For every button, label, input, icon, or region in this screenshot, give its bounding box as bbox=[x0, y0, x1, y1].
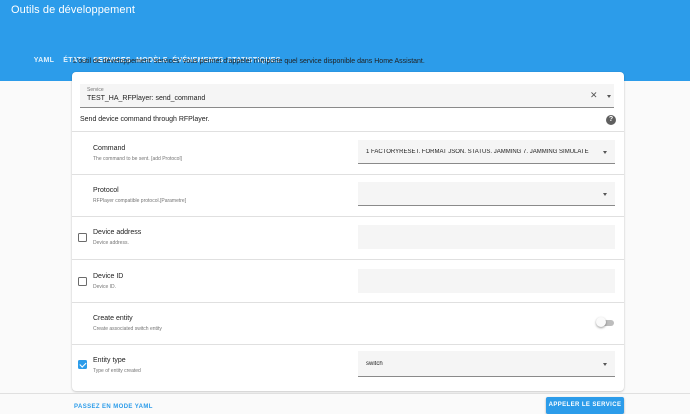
toggle-knob[interactable] bbox=[596, 317, 606, 327]
protocol-select[interactable] bbox=[358, 182, 615, 206]
field-subtitle: Type of entity created bbox=[93, 368, 141, 374]
field-row-protocol: Protocol RFPlayer compatible protocol.[P… bbox=[72, 174, 624, 216]
command-select-value: 1 FACTORYRESET. FORMAT JSON. STATUS. JAM… bbox=[366, 149, 589, 155]
call-service-button[interactable]: APPELER LE SERVICE bbox=[546, 397, 624, 414]
service-description: Send device command through RFPlayer. bbox=[80, 116, 210, 123]
chevron-down-icon bbox=[603, 151, 607, 154]
entity-type-checkbox[interactable] bbox=[78, 360, 87, 369]
field-title: Command bbox=[93, 145, 126, 152]
chevron-down-icon bbox=[603, 363, 607, 366]
field-subtitle: The command to be sent. [add Protocol] bbox=[93, 156, 182, 162]
page-title: Outils de développement bbox=[11, 4, 135, 16]
field-row-device-address: Device address Device address. bbox=[72, 216, 624, 259]
yaml-mode-button[interactable]: PASSEZ EN MODE YAML bbox=[74, 404, 153, 410]
field-row-device-id: Device ID Device ID. bbox=[72, 259, 624, 302]
device-address-input[interactable] bbox=[358, 225, 615, 249]
field-subtitle: Device ID. bbox=[93, 284, 117, 290]
service-picker-label: Service bbox=[87, 87, 104, 93]
intro-text: L'outil de développement 'services' vous… bbox=[73, 58, 425, 65]
field-title: Device ID bbox=[93, 273, 124, 280]
device-id-checkbox[interactable] bbox=[78, 277, 87, 286]
chevron-down-icon bbox=[603, 193, 607, 196]
field-title: Create entity bbox=[93, 315, 133, 322]
service-picker[interactable]: Service TEST_HA_RFPlayer: send_command ✕ bbox=[80, 84, 614, 108]
device-address-checkbox[interactable] bbox=[78, 233, 87, 242]
field-title: Device address bbox=[93, 229, 142, 236]
help-icon[interactable]: ? bbox=[606, 115, 616, 125]
app-header: Outils de développement bbox=[0, 0, 690, 40]
service-picker-value: TEST_HA_RFPlayer: send_command bbox=[87, 95, 206, 102]
service-card: Service TEST_HA_RFPlayer: send_command ✕… bbox=[72, 72, 624, 391]
chevron-down-icon[interactable] bbox=[607, 95, 611, 98]
field-row-create-entity: Create entity Create associated switch e… bbox=[72, 302, 624, 344]
field-subtitle: RFPlayer compatible protocol.[Parametre] bbox=[93, 198, 187, 204]
clear-icon[interactable]: ✕ bbox=[590, 90, 598, 100]
field-subtitle: Create associated switch entity bbox=[93, 326, 162, 332]
field-row-command: Command The command to be sent. [add Pro… bbox=[72, 131, 624, 174]
command-select[interactable]: 1 FACTORYRESET. FORMAT JSON. STATUS. JAM… bbox=[358, 140, 615, 164]
field-title: Protocol bbox=[93, 187, 119, 194]
device-id-input[interactable] bbox=[358, 269, 615, 293]
field-title: Entity type bbox=[93, 357, 126, 364]
tab-yaml[interactable]: YAML bbox=[28, 40, 60, 81]
entity-type-select[interactable]: switch bbox=[358, 351, 615, 377]
field-subtitle: Device address. bbox=[93, 240, 129, 246]
field-row-entity-type: Entity type Type of entity created switc… bbox=[72, 344, 624, 391]
entity-type-select-value: switch bbox=[366, 361, 383, 367]
